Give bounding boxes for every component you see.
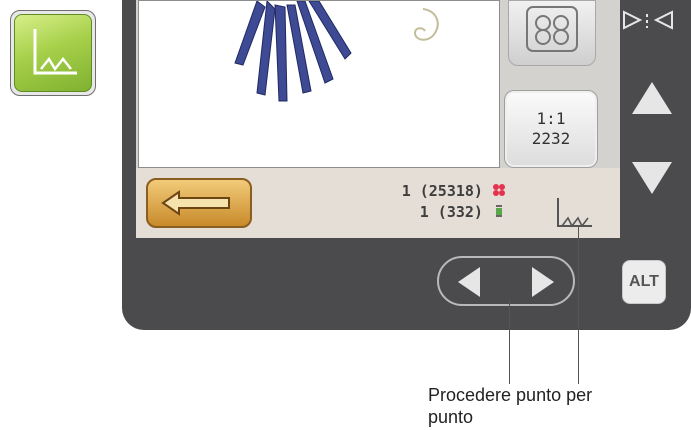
counter-bottom-value: 2232 — [531, 129, 571, 148]
callout-caption-line-1: Procedere punto per — [428, 385, 593, 405]
color-block-icon — [493, 184, 505, 196]
return-arrow-icon — [161, 190, 230, 216]
callout-line — [509, 300, 510, 384]
arrow-up-icon[interactable] — [632, 82, 672, 114]
play-stop-icon[interactable] — [620, 0, 680, 32]
callout-line — [578, 226, 579, 384]
counter-top-value: 1:1 — [536, 109, 566, 128]
stitch-type-icon — [14, 14, 92, 92]
arrow-left-icon — [458, 267, 480, 297]
thread-spool-icon — [496, 205, 502, 217]
stitch-mode-icon[interactable] — [552, 196, 596, 232]
alt-label: ALT — [629, 273, 659, 290]
callout-caption: Procedere punto per punto — [428, 384, 668, 428]
alt-button[interactable]: ALT — [622, 260, 666, 304]
callout-caption-line-2: punto — [428, 407, 474, 427]
embroidery-preview — [138, 0, 500, 168]
design-thumbnail-button[interactable] — [508, 0, 596, 66]
thread-stat: 1 (332) — [362, 203, 506, 221]
color-block-count: 1 (25318) — [401, 182, 483, 200]
back-button[interactable] — [146, 178, 252, 228]
stitch-type-tile[interactable] — [10, 10, 96, 96]
arrow-down-icon[interactable] — [632, 162, 672, 194]
color-block-stat: 1 (25318) — [362, 182, 506, 200]
stitch-counter-button[interactable]: 1:1 2232 — [504, 90, 598, 168]
prev-stitch-button[interactable] — [446, 264, 492, 300]
next-stitch-button[interactable] — [520, 264, 566, 300]
thread-count: 1 (332) — [419, 203, 483, 221]
arrow-right-icon — [532, 267, 554, 297]
